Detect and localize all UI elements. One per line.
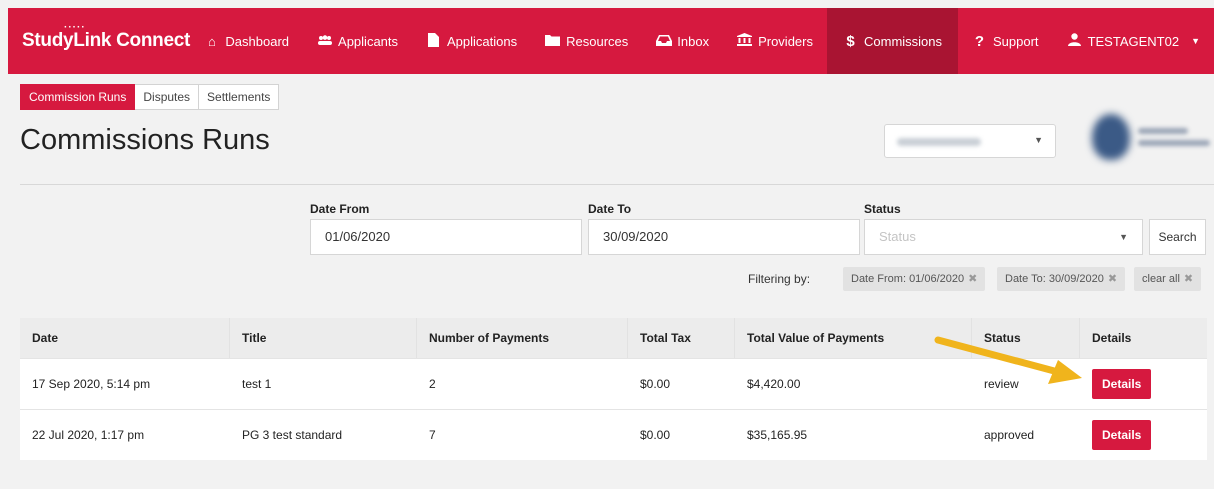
nav-resources[interactable]: Resources [531, 8, 642, 74]
cell-payments: 2 [429, 377, 436, 391]
filter-chip-clear-all[interactable]: clear all ✖ [1134, 267, 1202, 291]
filter-chip-label: Date To: 30/09/2020 [1005, 273, 1104, 285]
nav-applications[interactable]: Applications [412, 8, 531, 74]
cell-date: 22 Jul 2020, 1:17 pm [32, 428, 145, 442]
inbox-icon [656, 34, 673, 49]
chevron-down-icon: ▼ [1191, 36, 1200, 46]
column-header-payments[interactable]: Number of Payments [417, 318, 628, 358]
nav-applications-label: Applications [447, 33, 518, 49]
chevron-down-icon: ▼ [1119, 232, 1128, 242]
cell-value: $4,420.00 [747, 377, 801, 391]
cell-date: 17 Sep 2020, 5:14 pm [32, 377, 151, 391]
table-header: Date Title Number of Payments Total Tax … [20, 318, 1207, 358]
column-header-date[interactable]: Date [20, 318, 230, 358]
cell-details: Details [1080, 359, 1207, 409]
nav-dashboard[interactable]: ⌂ Dashboard [190, 8, 303, 74]
column-header-value[interactable]: Total Value of Payments [735, 318, 972, 358]
filter-chip-label: clear all [1142, 273, 1180, 285]
redacted-logo-text [1138, 140, 1210, 146]
column-header-details: Details [1092, 331, 1132, 345]
filter-chip-label: Date From: 01/06/2020 [851, 273, 965, 285]
table-row: 17 Sep 2020, 5:14 pm test 1 2 $0.00 $4,4… [20, 358, 1207, 409]
table-row: 22 Jul 2020, 1:17 pm PG 3 test standard … [20, 409, 1207, 460]
tab-settlements[interactable]: Settlements [199, 84, 280, 110]
top-navbar: ····· StudyLink Connect ⌂ Dashboard Appl… [8, 8, 1214, 74]
tab-disputes[interactable]: Disputes [135, 84, 200, 110]
nav-dashboard-label: Dashboard [225, 33, 290, 49]
page-title: Commissions Runs [20, 124, 270, 156]
date-from-label: Date From [310, 202, 370, 216]
nav-inbox[interactable]: Inbox [642, 8, 723, 74]
cell-title: PG 3 test standard [242, 428, 343, 442]
nav-support[interactable]: ? Support [958, 8, 1053, 74]
date-from-input[interactable]: 01/06/2020 [310, 219, 582, 255]
cell-tax: $0.00 [640, 377, 671, 391]
details-button[interactable]: Details [1092, 420, 1152, 450]
nav-commissions-label: Commissions [864, 33, 943, 49]
question-icon: ? [974, 32, 985, 50]
status-placeholder: Status [879, 229, 916, 244]
nav-applicants-label: Applicants [338, 33, 399, 49]
content-panel: Commission Runs Disputes Settlements Com… [8, 74, 1214, 489]
nav-commissions[interactable]: $ Commissions [827, 8, 959, 74]
date-to-input[interactable]: 30/09/2020 [588, 219, 860, 255]
redacted-logo-shield [1092, 114, 1130, 160]
filtering-by-label: Filtering by: [748, 272, 811, 286]
provider-select[interactable]: ▼ [884, 124, 1056, 158]
brand-logo[interactable]: ····· StudyLink Connect [8, 22, 191, 52]
date-to-label: Date To [588, 202, 632, 216]
nav-inbox-label: Inbox [677, 33, 710, 49]
dollar-icon: $ [846, 32, 855, 50]
chevron-down-icon: ▼ [1034, 135, 1043, 145]
folder-icon [545, 34, 561, 49]
divider [20, 184, 1214, 185]
provider-logo [1084, 108, 1214, 168]
brand-dots-decoration: ····· [64, 22, 86, 33]
brand-name: StudyLink Connect [22, 30, 191, 51]
status-label: Status [864, 202, 901, 216]
close-icon[interactable]: ✖ [1184, 273, 1193, 285]
nav-support-label: Support [993, 33, 1039, 49]
redacted-logo-text [1138, 128, 1188, 134]
column-header-status[interactable]: Status [972, 318, 1080, 358]
redacted-provider-name [897, 138, 981, 146]
column-header-tax[interactable]: Total Tax [628, 318, 735, 358]
close-icon[interactable]: ✖ [1108, 273, 1117, 285]
filter-chip-date-to[interactable]: Date To: 30/09/2020 ✖ [997, 267, 1126, 291]
home-icon: ⌂ [207, 33, 216, 49]
cell-value: $35,165.95 [747, 428, 808, 442]
column-header-title[interactable]: Title [230, 318, 417, 358]
cell-payments: 7 [429, 428, 436, 442]
details-button[interactable]: Details [1092, 369, 1152, 399]
file-icon [426, 32, 441, 50]
commission-runs-table: Date Title Number of Payments Total Tax … [20, 318, 1207, 460]
user-icon [1067, 33, 1082, 49]
nav-providers-label: Providers [758, 33, 813, 49]
users-icon [317, 34, 333, 49]
nav-user-menu[interactable]: TESTAGENT02 ▼ [1053, 8, 1214, 74]
subtabs: Commission Runs Disputes Settlements [20, 84, 280, 110]
institution-icon [737, 33, 753, 49]
nav-applicants[interactable]: Applicants [303, 8, 412, 74]
cell-status: approved [984, 428, 1035, 442]
nav-user-label: TESTAGENT02 [1087, 33, 1180, 49]
cell-status: review [984, 377, 1019, 391]
cell-details: Details [1080, 410, 1207, 460]
nav-resources-label: Resources [566, 33, 629, 49]
cell-tax: $0.00 [640, 428, 671, 442]
filter-chip-date-from[interactable]: Date From: 01/06/2020 ✖ [843, 267, 986, 291]
tab-commission-runs[interactable]: Commission Runs [20, 84, 136, 110]
close-icon[interactable]: ✖ [968, 273, 977, 285]
status-select[interactable]: Status ▼ [864, 219, 1143, 255]
nav-providers[interactable]: Providers [723, 8, 827, 74]
search-button[interactable]: Search [1149, 219, 1206, 255]
cell-title: test 1 [242, 377, 272, 391]
